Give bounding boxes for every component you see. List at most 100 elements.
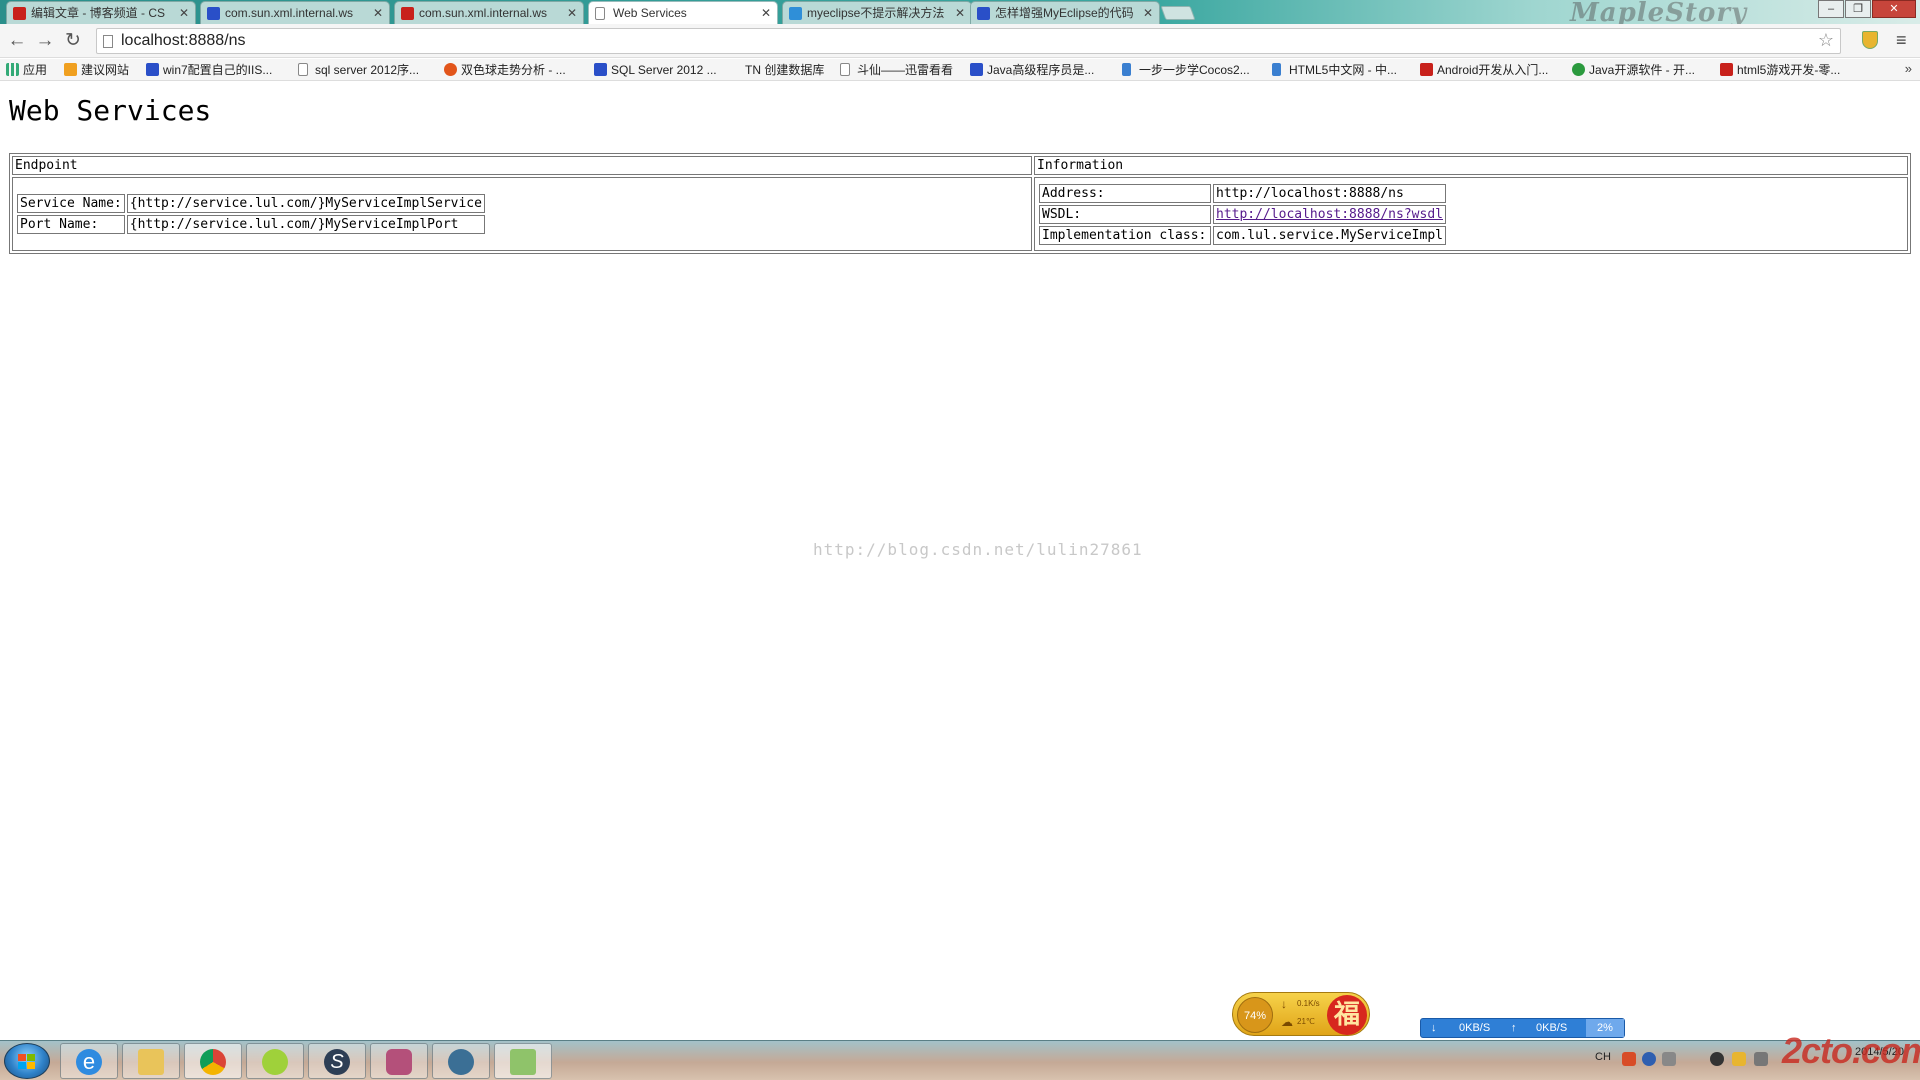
upload-speed: 0KB/S — [1536, 1022, 1568, 1034]
close-icon[interactable]: ✕ — [567, 2, 577, 24]
bookmark-sql-server-2012[interactable]: SQL Server 2012 ... — [594, 62, 717, 78]
tab-myeclipse[interactable]: myeclipse不提示解决方法 ✕ — [782, 1, 972, 24]
tab-com-sun-1[interactable]: com.sun.xml.internal.ws ✕ — [200, 1, 390, 24]
header-endpoint: Endpoint — [12, 156, 1032, 175]
shield-icon[interactable] — [1732, 1052, 1746, 1066]
bookmark-android-dev[interactable]: Android开发从入门... — [1420, 62, 1548, 78]
download-arrow-icon: ↓ — [1431, 1022, 1437, 1034]
browser-toolbar: ← → ↻ localhost:8888/ns ☆ — [0, 24, 1920, 58]
help-icon[interactable] — [1642, 1052, 1656, 1066]
taskbar-file-explorer[interactable] — [122, 1043, 180, 1079]
bookmark-star-icon[interactable]: ☆ — [1818, 30, 1834, 51]
port-name-label: Port Name: — [17, 215, 125, 234]
tab-title: myeclipse不提示解决方法 — [807, 6, 945, 20]
taskbar-settings-app[interactable] — [432, 1043, 490, 1079]
baidu-zhidao-icon — [789, 7, 802, 20]
site-corner-logo: 2cto.com — [1782, 1030, 1920, 1071]
wsdl-link[interactable]: http://localhost:8888/ns?wsdl — [1216, 207, 1443, 222]
flag-icon[interactable] — [1754, 1052, 1768, 1066]
back-arrow-icon[interactable]: ← — [6, 30, 28, 52]
baidu-paw-icon — [970, 63, 983, 76]
taskbar-chrome[interactable] — [184, 1043, 242, 1079]
address-bar[interactable]: localhost:8888/ns ☆ — [96, 28, 1841, 54]
internet-explorer-icon: e — [76, 1049, 102, 1075]
suggest-icon — [64, 63, 77, 76]
html5-icon — [1122, 63, 1131, 76]
close-window-button[interactable]: ✕ — [1872, 0, 1916, 18]
sogou-ime-icon[interactable] — [1622, 1052, 1636, 1066]
bookmarks-overflow-button[interactable]: » — [1905, 61, 1912, 76]
folder-icon — [138, 1049, 164, 1075]
baidu-paw-icon — [207, 7, 220, 20]
bookmark-xunlei[interactable]: 斗仙——迅雷看看 — [840, 62, 953, 78]
bookmark-html5-games[interactable]: html5游戏开发-零... — [1720, 62, 1840, 78]
reload-icon[interactable]: ↻ — [62, 30, 84, 52]
close-icon[interactable]: ✕ — [955, 2, 965, 24]
oschina-icon — [1572, 63, 1585, 76]
table-row: Service Name: {http://service.lul.com/}M… — [12, 177, 1908, 251]
header-information: Information — [1034, 156, 1908, 175]
bookmarks-bar: 应用 建议网站 win7配置自己的IIS... sql server 2012序… — [0, 59, 1920, 81]
forward-arrow-icon[interactable]: → — [34, 30, 56, 52]
qq-icon[interactable] — [1710, 1052, 1724, 1066]
close-icon[interactable]: ✕ — [179, 2, 189, 24]
weather-widget[interactable]: 74% ↓ 0.1K/s ☁ 21℃ 福 — [1232, 992, 1370, 1036]
start-button[interactable] — [4, 1043, 50, 1079]
tab-web-services[interactable]: Web Services ✕ — [588, 1, 778, 24]
page-content: Web Services Endpoint Information Servic… — [0, 82, 1920, 1040]
window-controls: – ❐ ✕ — [1817, 0, 1916, 18]
taskbar-editor-app[interactable] — [494, 1043, 552, 1079]
bookmark-lottery[interactable]: 双色球走势分析 - ... — [444, 62, 566, 78]
csdn-icon — [1420, 63, 1433, 76]
bookmark-java-senior[interactable]: Java高级程序员是... — [970, 62, 1094, 78]
s-app-icon: S — [324, 1049, 350, 1075]
new-tab-button[interactable] — [1160, 6, 1196, 20]
close-icon[interactable]: ✕ — [1143, 2, 1153, 24]
impl-class-value: com.lul.service.MyServiceImpl — [1213, 225, 1446, 245]
net-speed-widget[interactable]: ↓ 0KB/S ↑ 0KB/S 2% — [1420, 1018, 1625, 1038]
chrome-icon — [200, 1049, 226, 1075]
information-cell: Address: http://localhost:8888/ns WSDL: … — [1034, 177, 1908, 251]
shield-extension-icon[interactable] — [1862, 31, 1878, 49]
tab-com-sun-2[interactable]: com.sun.xml.internal.ws ✕ — [394, 1, 584, 24]
cloud-icon: ☁ — [1281, 1015, 1293, 1029]
endpoints-table: Endpoint Information Service Name: {http… — [9, 153, 1911, 254]
close-icon[interactable]: ✕ — [761, 2, 771, 24]
page-icon — [840, 63, 850, 76]
csdn-icon — [401, 7, 414, 20]
bookmark-java-opensource[interactable]: Java开源软件 - 开... — [1572, 62, 1695, 78]
weather-temp: 21℃ — [1297, 1017, 1315, 1026]
taskbar-lime-app[interactable] — [246, 1043, 304, 1079]
tab-title: com.sun.xml.internal.ws — [225, 6, 354, 20]
tab-title: com.sun.xml.internal.ws — [419, 6, 548, 20]
download-speed: 0KB/S — [1459, 1022, 1491, 1034]
tab-edit-article[interactable]: 编辑文章 - 博客频道 - CS ✕ — [6, 1, 196, 24]
menu-icon[interactable]: ≡ — [1896, 30, 1907, 51]
bookmark-html5-cn[interactable]: HTML5中文网 - 中... — [1272, 62, 1397, 78]
maximize-button[interactable]: ❐ — [1845, 0, 1871, 18]
address-url[interactable]: localhost:8888/ns — [121, 31, 246, 51]
bookmark-win7-iis[interactable]: win7配置自己的IIS... — [146, 62, 272, 78]
bookmark-cocos2d[interactable]: 一步一步学Cocos2... — [1122, 62, 1250, 78]
impl-class-label: Implementation class: — [1039, 225, 1211, 245]
tray-expand-icon[interactable] — [1662, 1052, 1676, 1066]
address-value: http://localhost:8888/ns — [1213, 183, 1446, 203]
close-icon[interactable]: ✕ — [373, 2, 383, 24]
taskbar-s-app[interactable]: S — [308, 1043, 366, 1079]
bookmark-suggest[interactable]: 建议网站 — [64, 62, 129, 78]
bookmark-create-db[interactable]: TN 创建数据库 — [728, 62, 824, 78]
apps-grid-icon — [6, 63, 19, 76]
taskbar-internet-explorer[interactable]: e — [60, 1043, 118, 1079]
fu-emblem: 福 — [1327, 995, 1367, 1035]
minimize-button[interactable]: – — [1818, 0, 1844, 18]
tray-language[interactable]: CH — [1595, 1051, 1611, 1063]
tab-enhance-myeclipse[interactable]: 怎样增强MyEclipse的代码 ✕ — [970, 1, 1160, 24]
blog-watermark: http://blog.csdn.net/lulin27861 — [813, 540, 1143, 559]
bookmark-apps[interactable]: 应用 — [6, 62, 47, 78]
taskbar-database-app[interactable] — [370, 1043, 428, 1079]
baidu-paw-icon — [594, 63, 607, 76]
address-label: Address: — [1039, 183, 1211, 203]
bookmark-sql-server-serial[interactable]: sql server 2012序... — [298, 62, 419, 78]
information-details: Address: http://localhost:8888/ns WSDL: … — [1037, 182, 1448, 247]
download-arrow-icon: ↓ — [1281, 997, 1287, 1011]
